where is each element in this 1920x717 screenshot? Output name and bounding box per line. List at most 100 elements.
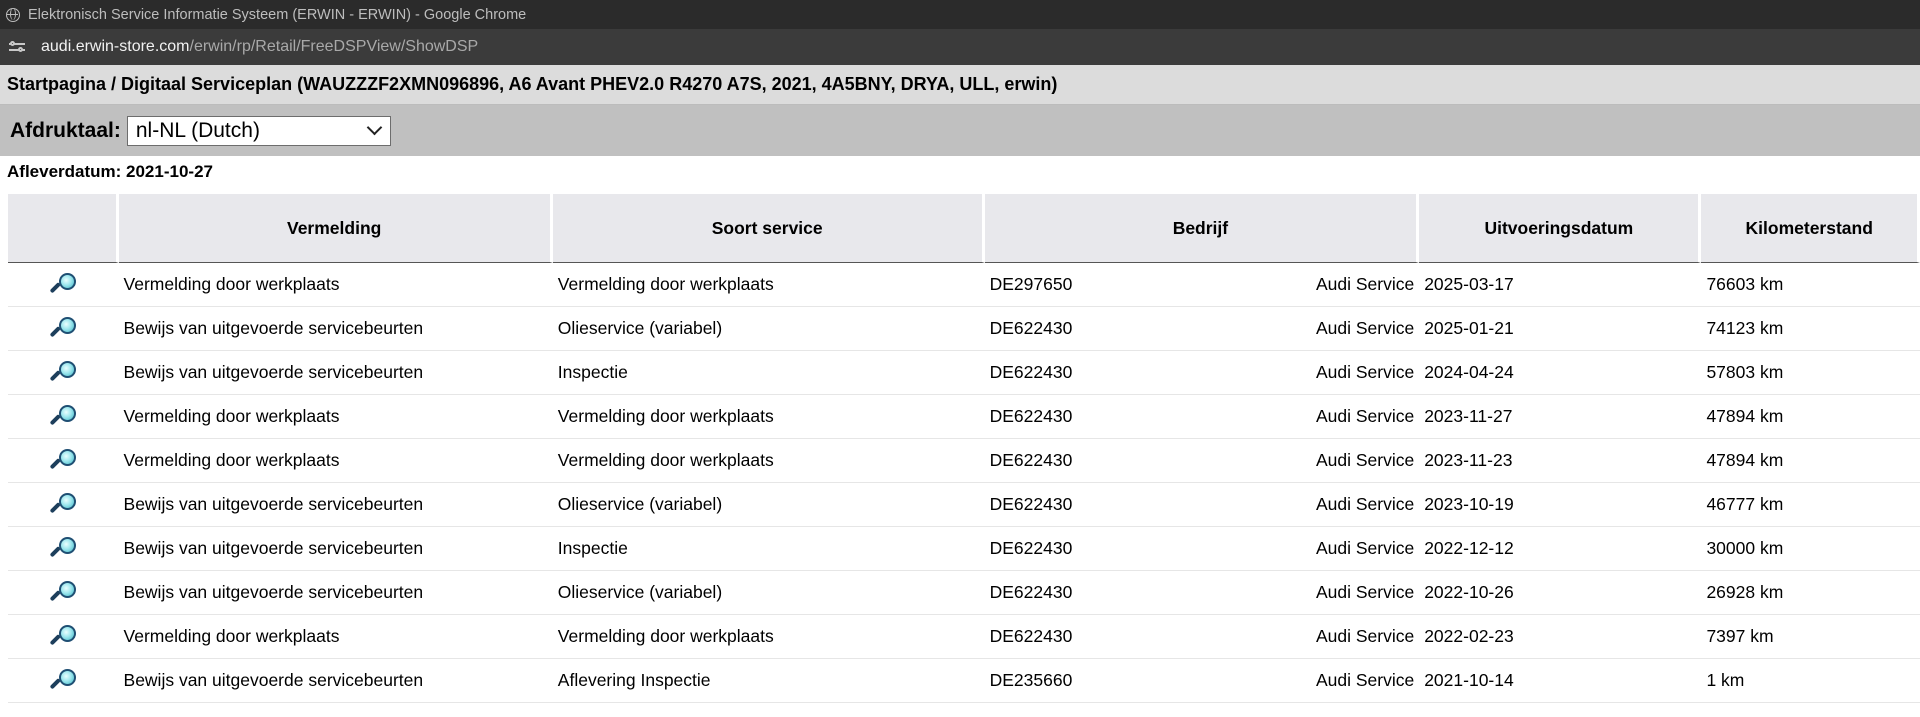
table-row[interactable]: Vermelding door werkplaats Vermelding doo… <box>8 395 1920 439</box>
row-icon-cell[interactable] <box>8 307 119 351</box>
bedrijf-code: DE622430 <box>989 406 1073 426</box>
cell-vermelding: Bewijs van uitgevoerde servicebeurten <box>118 571 553 615</box>
row-icon-cell[interactable] <box>8 615 119 659</box>
service-table-wrapper: Vermelding Soort service Bedrijf Uitvoer… <box>8 194 1920 703</box>
cell-uitvoeringsdatum: 2023-10-19 <box>1419 483 1702 527</box>
url-host: audi.erwin-store.com <box>41 38 190 55</box>
cell-soort-service: Vermelding door werkplaats <box>552 439 985 483</box>
table-row[interactable]: Bewijs van uitgevoerde servicebeurten Ins… <box>8 351 1920 395</box>
cell-uitvoeringsdatum: 2025-01-21 <box>1419 307 1702 351</box>
cell-vermelding: Bewijs van uitgevoerde servicebeurten <box>118 483 553 527</box>
bedrijf-name: Audi Service <box>1315 670 1415 690</box>
bedrijf-name: Audi Service <box>1315 362 1415 382</box>
table-row[interactable]: Bewijs van uitgevoerde servicebeurten Afl… <box>8 659 1920 703</box>
cell-soort-service: Vermelding door werkplaats <box>552 615 985 659</box>
print-language-bar: Afdruktaal: nl-NL (Dutch) <box>0 105 1920 156</box>
cell-kilometerstand: 7397 km <box>1701 615 1920 659</box>
magnifier-icon[interactable] <box>49 316 77 344</box>
print-language-select[interactable]: nl-NL (Dutch) <box>126 115 391 146</box>
row-icon-cell[interactable] <box>8 527 119 571</box>
table-row[interactable]: Vermelding door werkplaats Vermelding doo… <box>8 615 1920 659</box>
magnifier-icon[interactable] <box>49 492 77 520</box>
cell-vermelding: Bewijs van uitgevoerde servicebeurten <box>118 527 553 571</box>
magnifier-icon[interactable] <box>49 272 77 300</box>
url-path: /erwin/rp/Retail/FreeDSPView/ShowDSP <box>189 38 479 55</box>
bedrijf-name: Audi Service <box>1315 274 1415 294</box>
cell-bedrijf: DE622430 Audi Service <box>984 527 1420 571</box>
cell-uitvoeringsdatum: 2023-11-27 <box>1419 395 1702 439</box>
magnifier-icon[interactable] <box>49 448 77 476</box>
header-soort-service[interactable]: Soort service <box>552 194 985 263</box>
cell-bedrijf: DE622430 Audi Service <box>984 483 1420 527</box>
cell-kilometerstand: 47894 km <box>1701 395 1920 439</box>
row-icon-cell[interactable] <box>8 483 119 527</box>
url-text[interactable]: audi.erwin-store.com/erwin/rp/Retail/Fre… <box>41 38 478 56</box>
cell-vermelding: Bewijs van uitgevoerde servicebeurten <box>118 351 553 395</box>
cell-kilometerstand: 47894 km <box>1701 439 1920 483</box>
magnifier-icon[interactable] <box>49 624 77 652</box>
row-icon-cell[interactable] <box>8 571 119 615</box>
header-uitvoeringsdatum[interactable]: Uitvoeringsdatum <box>1419 194 1702 263</box>
service-table: Vermelding Soort service Bedrijf Uitvoer… <box>8 194 1920 703</box>
cell-bedrijf: DE622430 Audi Service <box>984 615 1420 659</box>
breadcrumb: Startpagina / Digitaal Serviceplan (WAUZ… <box>0 65 1920 105</box>
cell-uitvoeringsdatum: 2025-03-17 <box>1419 263 1702 307</box>
globe-icon <box>6 7 20 22</box>
cell-bedrijf: DE235660 Audi Service <box>984 659 1420 703</box>
magnifier-icon[interactable] <box>49 580 77 608</box>
bedrijf-code: DE622430 <box>989 450 1073 470</box>
address-bar[interactable]: audi.erwin-store.com/erwin/rp/Retail/Fre… <box>0 29 1920 65</box>
cell-vermelding: Bewijs van uitgevoerde servicebeurten <box>118 307 553 351</box>
bedrijf-code: DE622430 <box>989 362 1073 382</box>
cell-soort-service: Inspectie <box>552 527 985 571</box>
cell-vermelding: Bewijs van uitgevoerde servicebeurten <box>118 659 553 703</box>
magnifier-icon[interactable] <box>49 404 77 432</box>
magnifier-icon[interactable] <box>49 668 77 696</box>
bedrijf-code: DE622430 <box>989 538 1073 558</box>
header-kilometerstand[interactable]: Kilometerstand <box>1701 194 1920 263</box>
bedrijf-code: DE622430 <box>989 582 1073 602</box>
cell-kilometerstand: 1 km <box>1701 659 1920 703</box>
cell-vermelding: Vermelding door werkplaats <box>118 615 553 659</box>
bedrijf-name: Audi Service <box>1315 538 1415 558</box>
magnifier-icon[interactable] <box>49 536 77 564</box>
row-icon-cell[interactable] <box>8 263 119 307</box>
cell-soort-service: Olieservice (variabel) <box>552 483 985 527</box>
cell-vermelding: Vermelding door werkplaats <box>118 263 553 307</box>
cell-kilometerstand: 76603 km <box>1701 263 1920 307</box>
cell-uitvoeringsdatum: 2022-10-26 <box>1419 571 1702 615</box>
table-row[interactable]: Vermelding door werkplaats Vermelding doo… <box>8 263 1920 307</box>
row-icon-cell[interactable] <box>8 439 119 483</box>
bedrijf-code: DE622430 <box>989 626 1073 646</box>
magnifier-icon[interactable] <box>49 360 77 388</box>
bedrijf-code: DE622430 <box>989 318 1073 338</box>
table-row[interactable]: Vermelding door werkplaats Vermelding doo… <box>8 439 1920 483</box>
site-settings-icon[interactable] <box>9 40 25 54</box>
table-row[interactable]: Bewijs van uitgevoerde servicebeurten Oli… <box>8 483 1920 527</box>
print-language-value: nl-NL (Dutch) <box>135 118 260 142</box>
cell-kilometerstand: 30000 km <box>1701 527 1920 571</box>
bedrijf-name: Audi Service <box>1315 318 1415 338</box>
table-row[interactable]: Bewijs van uitgevoerde servicebeurten Ins… <box>8 527 1920 571</box>
table-row[interactable]: Bewijs van uitgevoerde servicebeurten Oli… <box>8 307 1920 351</box>
cell-soort-service: Aflevering Inspectie <box>552 659 985 703</box>
chevron-down-icon <box>366 119 383 136</box>
print-language-label: Afdruktaal: <box>10 118 121 142</box>
cell-uitvoeringsdatum: 2021-10-14 <box>1419 659 1702 703</box>
bedrijf-code: DE235660 <box>989 670 1073 690</box>
bedrijf-code: DE297650 <box>989 274 1073 294</box>
cell-kilometerstand: 74123 km <box>1701 307 1920 351</box>
header-vermelding[interactable]: Vermelding <box>118 194 553 263</box>
row-icon-cell[interactable] <box>8 395 119 439</box>
header-bedrijf[interactable]: Bedrijf <box>984 194 1420 263</box>
cell-vermelding: Vermelding door werkplaats <box>118 439 553 483</box>
cell-vermelding: Vermelding door werkplaats <box>118 395 553 439</box>
table-header-row: Vermelding Soort service Bedrijf Uitvoer… <box>8 194 1920 263</box>
cell-soort-service: Olieservice (variabel) <box>552 307 985 351</box>
table-row[interactable]: Bewijs van uitgevoerde servicebeurten Oli… <box>8 571 1920 615</box>
window-titlebar: Elektronisch Service Informatie Systeem … <box>0 0 1920 29</box>
delivery-date: Afleverdatum: 2021-10-27 <box>7 162 213 181</box>
row-icon-cell[interactable] <box>8 659 119 703</box>
bedrijf-name: Audi Service <box>1315 406 1415 426</box>
row-icon-cell[interactable] <box>8 351 119 395</box>
